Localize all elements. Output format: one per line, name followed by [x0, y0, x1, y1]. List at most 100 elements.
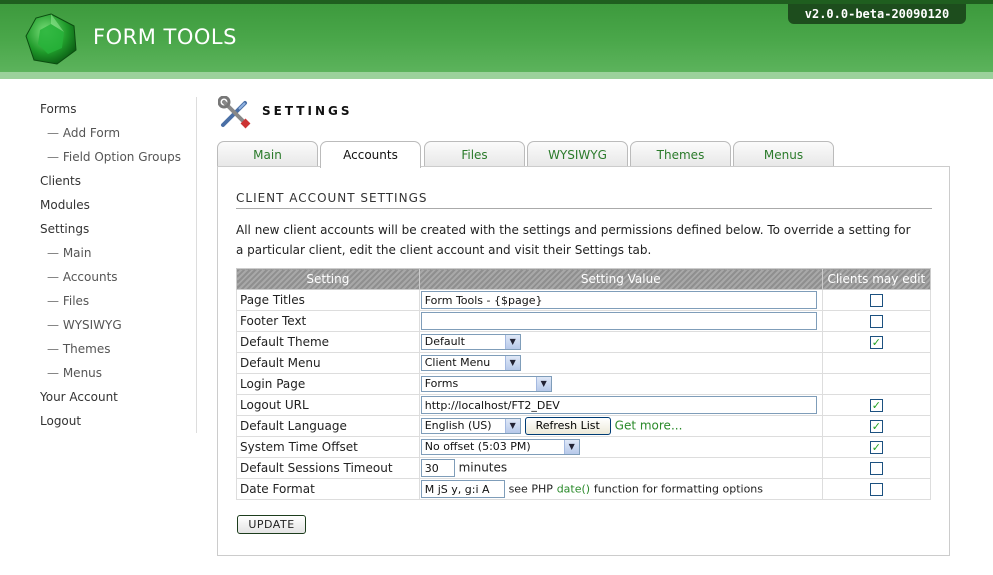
sidebar-sub-dash: —: [47, 318, 59, 332]
table-row: Default Language English (US) ▼ Refresh L…: [236, 415, 932, 437]
sessions-timeout-editable-checkbox[interactable]: [869, 462, 883, 475]
sidebar-item-label: WYSIWYG: [62, 318, 122, 332]
sidebar-item-settings-files[interactable]: — Files: [40, 289, 196, 313]
date-format-help-pre: see PHP: [508, 482, 553, 496]
select-value: English (US): [424, 419, 492, 432]
sidebar-sub-dash: —: [47, 270, 59, 284]
sidebar-sub-dash: —: [47, 126, 59, 140]
chevron-down-icon: ▼: [504, 335, 520, 349]
sidebar-sub-dash: —: [47, 342, 59, 356]
setting-label: System Time Offset: [236, 436, 420, 458]
date-format-editable-checkbox[interactable]: [869, 483, 883, 496]
setting-label: Default Menu: [236, 352, 420, 374]
update-button[interactable]: UPDATE: [237, 515, 306, 534]
sidebar-item-label: Your Account: [40, 390, 118, 404]
default-language-editable-checkbox[interactable]: ✓: [869, 420, 883, 433]
sidebar-item-label: Main: [62, 246, 92, 260]
section-intro: All new client accounts will be created …: [236, 223, 911, 257]
sidebar-sub-dash: —: [47, 366, 59, 380]
default-theme-select[interactable]: Default ▼: [420, 334, 521, 350]
logout-url-input[interactable]: [420, 396, 817, 414]
chevron-down-icon: ▼: [504, 356, 520, 370]
page-title: SETTINGS: [262, 104, 353, 118]
sidebar-item-clients[interactable]: Clients: [40, 169, 196, 193]
refresh-list-button[interactable]: Refresh List: [524, 417, 611, 435]
table-row: Login Page Forms ▼: [236, 373, 932, 395]
table-header-row: Setting Setting Value Clients may edit: [236, 268, 932, 290]
form-tools-logo-icon: [25, 13, 77, 65]
app-title: FORM TOOLS: [93, 25, 237, 49]
logout-url-editable-checkbox[interactable]: ✓: [869, 399, 883, 412]
sidebar-item-modules[interactable]: Modules: [40, 193, 196, 217]
sidebar-item-logout[interactable]: Logout: [40, 409, 196, 433]
page-titles-editable-checkbox[interactable]: [869, 294, 883, 307]
client-settings-table: Setting Setting Value Clients may edit P…: [236, 268, 932, 500]
footer-text-input[interactable]: [420, 312, 817, 330]
tab-wysiwyg[interactable]: WYSIWYG: [527, 141, 628, 167]
tab-menus[interactable]: Menus: [733, 141, 834, 167]
sidebar-item-label: Themes: [62, 342, 111, 356]
tab-main[interactable]: Main: [217, 141, 318, 167]
sessions-timeout-input[interactable]: [420, 459, 455, 477]
footer-text-editable-checkbox[interactable]: [869, 315, 883, 328]
wrench-screwdriver-icon: [218, 96, 251, 129]
setting-label: Logout URL: [236, 394, 420, 416]
sidebar-item-label: Add Form: [62, 126, 121, 140]
sidebar-item-label: Files: [62, 294, 90, 308]
sidebar-sub-dash: —: [47, 246, 59, 260]
time-offset-select[interactable]: No offset (5:03 PM) ▼: [420, 439, 580, 455]
sidebar-item-settings-wysiwyg[interactable]: — WYSIWYG: [40, 313, 196, 337]
php-date-link[interactable]: date(): [557, 483, 590, 496]
sidebar-item-label: Forms: [40, 102, 77, 116]
sidebar-item-settings-accounts[interactable]: — Accounts: [40, 265, 196, 289]
default-language-select[interactable]: English (US) ▼: [420, 418, 521, 434]
tab-accounts[interactable]: Accounts: [320, 141, 421, 168]
table-row: Page Titles: [236, 289, 932, 311]
section-title: CLIENT ACCOUNT SETTINGS: [236, 191, 932, 209]
sidebar-item-label: Modules: [40, 198, 90, 212]
select-value: Forms: [424, 377, 459, 390]
table-row: Default Theme Default ▼ ✓: [236, 331, 932, 353]
select-value: No offset (5:03 PM): [424, 440, 531, 453]
sidebar-item-settings-themes[interactable]: — Themes: [40, 337, 196, 361]
table-row: Footer Text: [236, 310, 932, 332]
get-more-languages-link[interactable]: Get more...: [615, 419, 683, 433]
sidebar-item-label: Field Option Groups: [62, 150, 181, 164]
version-badge: v2.0.0-beta-20090120: [788, 4, 966, 24]
table-row: Default Sessions Timeout minutes: [236, 457, 932, 479]
header-bottom-band: [0, 72, 993, 79]
default-theme-editable-checkbox[interactable]: ✓: [869, 336, 883, 349]
tab-themes[interactable]: Themes: [630, 141, 731, 167]
sidebar-item-forms[interactable]: Forms: [40, 97, 196, 121]
sidebar-item-label: Menus: [62, 366, 103, 380]
tab-files[interactable]: Files: [424, 141, 525, 167]
column-header-clients-may-edit: Clients may edit: [821, 268, 932, 290]
sidebar-item-settings[interactable]: Settings: [40, 217, 196, 241]
setting-label: Page Titles: [236, 289, 420, 311]
select-value: Client Menu: [424, 356, 491, 369]
login-page-select[interactable]: Forms ▼: [420, 376, 552, 392]
date-format-input[interactable]: [420, 480, 505, 498]
setting-label: Login Page: [236, 373, 420, 395]
sidebar-item-label: Logout: [40, 414, 82, 428]
sidebar-item-your-account[interactable]: Your Account: [40, 385, 196, 409]
sidebar-item-settings-main[interactable]: — Main: [40, 241, 196, 265]
table-row: Default Menu Client Menu ▼: [236, 352, 932, 374]
setting-label: Default Language: [236, 415, 420, 437]
setting-label: Default Sessions Timeout: [236, 457, 420, 479]
sidebar-nav: Forms — Add Form — Field Option Groups C…: [40, 97, 196, 433]
default-menu-select[interactable]: Client Menu ▼: [420, 355, 521, 371]
time-offset-editable-checkbox[interactable]: ✓: [869, 441, 883, 454]
column-header-setting-value: Setting Value: [418, 268, 823, 290]
table-row: Logout URL ✓: [236, 394, 932, 416]
table-row: System Time Offset No offset (5:03 PM) ▼ …: [236, 436, 932, 458]
chevron-down-icon: ▼: [563, 440, 579, 454]
page-titles-input[interactable]: [420, 291, 817, 309]
setting-label: Footer Text: [236, 310, 420, 332]
sidebar-item-settings-menus[interactable]: — Menus: [40, 361, 196, 385]
sidebar-item-field-option-groups[interactable]: — Field Option Groups: [40, 145, 196, 169]
sidebar-item-add-form[interactable]: — Add Form: [40, 121, 196, 145]
settings-panel: CLIENT ACCOUNT SETTINGS All new client a…: [217, 166, 950, 556]
sidebar-sub-dash: —: [47, 150, 59, 164]
sidebar-item-label: Clients: [40, 174, 81, 188]
